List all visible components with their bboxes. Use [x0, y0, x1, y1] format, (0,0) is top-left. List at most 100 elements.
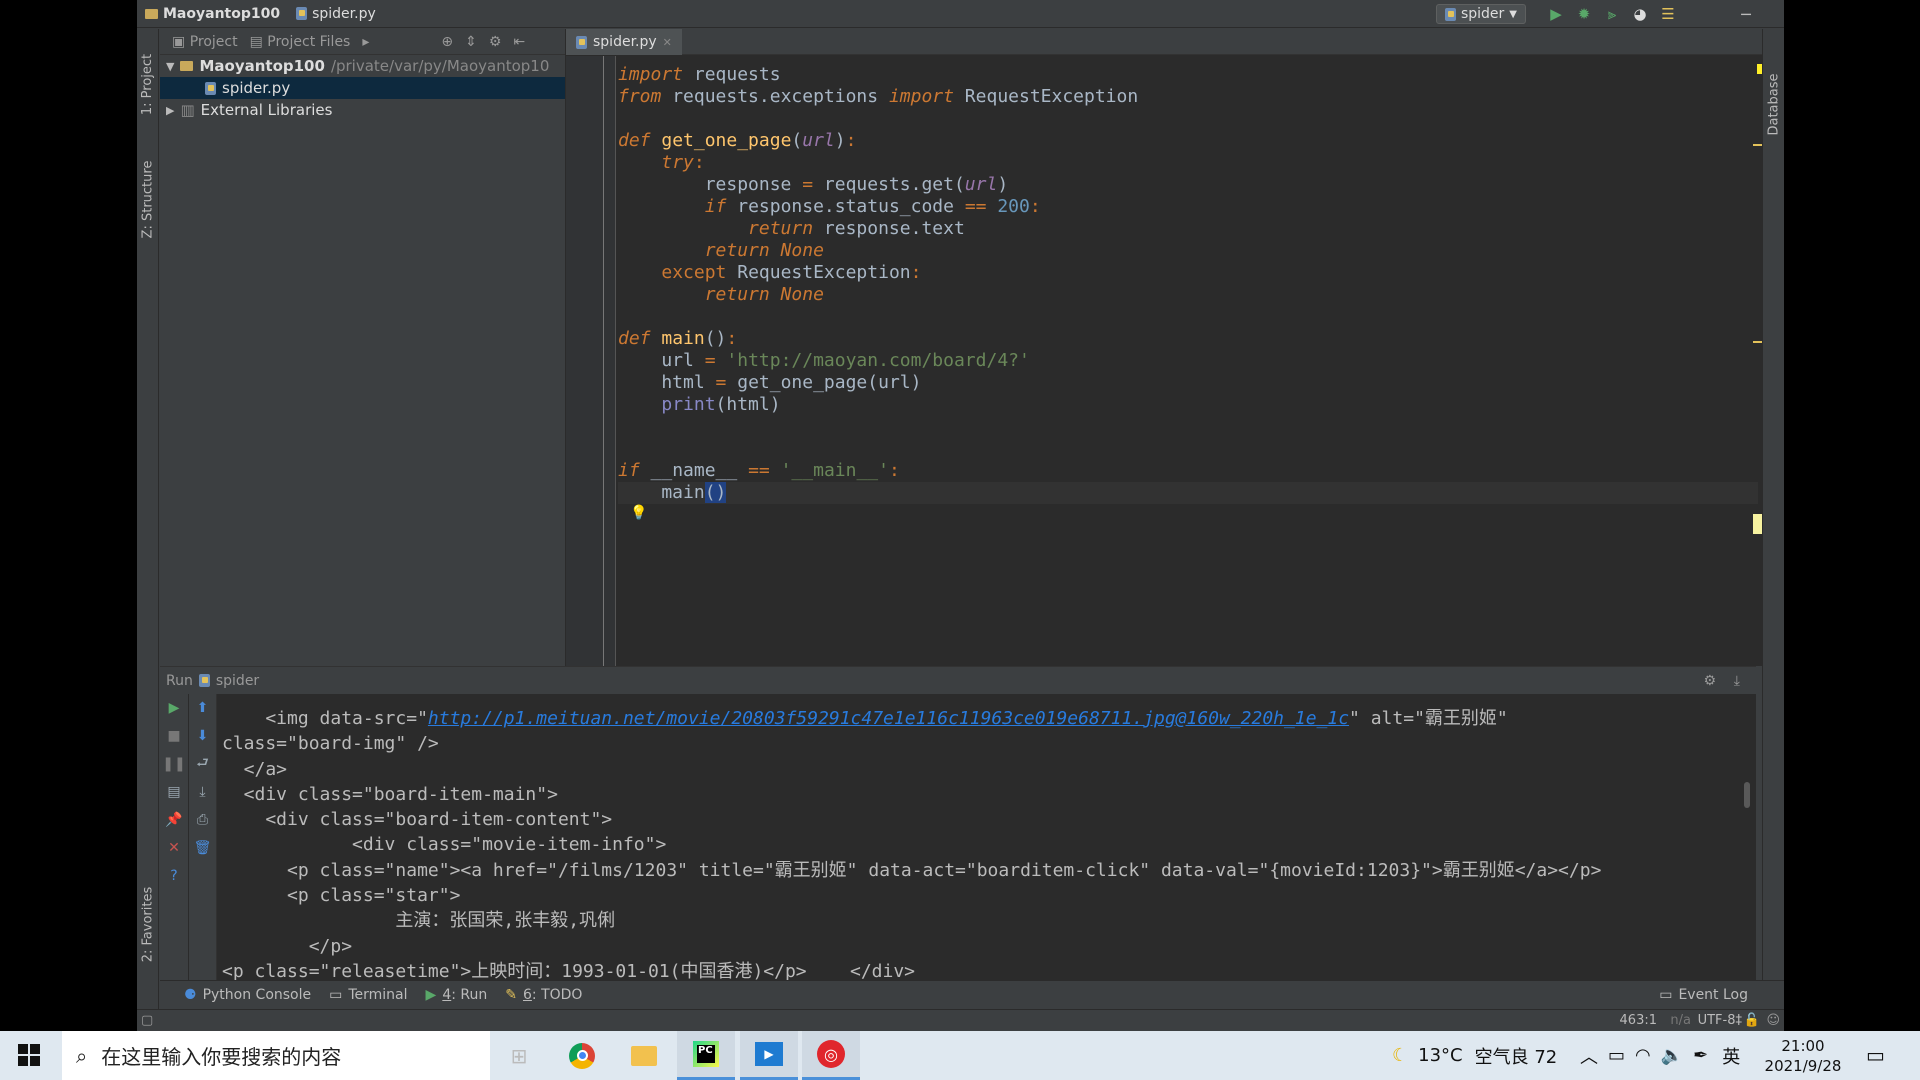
project-tree: ▼ Maoyantop100 /private/var/py/Maoyantop… [160, 55, 565, 121]
line-separator[interactable]: n/a [1670, 1013, 1691, 1028]
run-config-label: spider [1460, 6, 1505, 22]
tab-project[interactable]: 1: Project [137, 39, 159, 129]
run-console-output[interactable]: <img data-src="http://p1.meituan.net/mov… [222, 694, 1732, 981]
system-tray: ︿ ▭ ◠ 🔈 ✒ 英 [1580, 1031, 1740, 1080]
scroll-from-source-icon[interactable]: ⊕ [441, 34, 453, 50]
run-configuration-select[interactable]: spider ▼ [1435, 4, 1526, 24]
tab-favorites[interactable]: 2: Favorites [137, 869, 159, 979]
run-icon[interactable]: ▶ [1546, 4, 1566, 24]
code-line: from requests.exceptions import RequestE… [618, 86, 1139, 107]
tab-run[interactable]: ▶ 4: Run [426, 987, 488, 1003]
volume-icon[interactable]: 🔈 [1661, 1045, 1683, 1066]
code-editor[interactable]: spider.py ✕ import requests from request… [566, 29, 1779, 666]
weather-air-quality: 空气良 72 [1474, 1046, 1558, 1068]
code-line: import requests [618, 64, 781, 85]
inspector-icon[interactable]: ☺ [1766, 1013, 1780, 1028]
weather-widget[interactable]: ☾ 13°C 空气良 72 [1392, 1031, 1557, 1080]
editor-gutter[interactable] [566, 56, 616, 666]
console-scrollbar[interactable] [1744, 782, 1750, 808]
stop-icon[interactable]: ☰ [1658, 4, 1678, 24]
chevron-down-icon: ▼ [1509, 8, 1517, 20]
stop-icon[interactable]: ■ [160, 722, 188, 750]
chrome-icon[interactable] [553, 1031, 611, 1080]
profile-icon[interactable]: ◕ [1630, 4, 1650, 24]
lightbulb-icon[interactable]: 💡 [630, 505, 647, 521]
tab-structure[interactable]: Z: Structure [137, 149, 159, 249]
project-panel: ▣ Project ▤ Project Files ▸ ⊕ ⇕ ⚙ ⇤ ▼ Ma… [160, 29, 566, 666]
pause-icon[interactable]: ❚❚ [160, 750, 188, 778]
tool-windows-icon[interactable]: ▢ [141, 1013, 153, 1028]
hide-panel-icon[interactable]: ⤓ [1734, 673, 1740, 689]
close-icon[interactable]: ✕ [663, 36, 672, 49]
video-player-icon[interactable]: ▶ [740, 1031, 798, 1080]
clock[interactable]: 21:00 2021/9/28 [1760, 1035, 1846, 1077]
tab-project-view[interactable]: ▣ Project [172, 34, 238, 50]
breadcrumb-project[interactable]: Maoyantop100 [137, 6, 288, 22]
scroll-to-end-icon[interactable]: ⤓ [189, 778, 216, 806]
pycharm-icon[interactable]: PC [677, 1031, 735, 1080]
tab-terminal[interactable]: ▭ Terminal [329, 987, 407, 1003]
project-files-icon: ▤ [249, 33, 263, 50]
battery-icon[interactable]: ▭ [1608, 1045, 1625, 1066]
gear-icon[interactable]: ⚙ [489, 34, 502, 50]
rerun-icon[interactable]: ▶ [160, 694, 188, 722]
console-line: <div class="movie-item-info"> [222, 834, 667, 856]
search-icon: ⌕ [76, 1043, 88, 1068]
taskbar-search[interactable]: ⌕ 在这里输入你要搜索的内容 [62, 1031, 490, 1080]
tab-favorites-label: 2: Favorites [140, 886, 156, 962]
chevron-up-icon[interactable]: ︿ [1580, 1043, 1598, 1069]
run-panel: Run spider ⚙ ⤓ ▶ ■ ❚❚ ▤ 📌 ✕ ? ⬆ ⬇ ⮐ ⤓ ⎙ … [160, 666, 1756, 981]
lock-icon[interactable]: 🔓 [1744, 1013, 1760, 1028]
code-line: print(html) [661, 394, 781, 415]
console-line: <p class="name"><a href="/films/1203" ti… [222, 859, 1602, 881]
minimize-icon[interactable]: ─ [1736, 4, 1756, 24]
tab-spider-py-label: spider.py [593, 34, 657, 50]
breadcrumb-file[interactable]: spider.py [288, 6, 384, 22]
arrow-up-icon[interactable]: ⬆ [189, 694, 216, 722]
network-icon[interactable]: ◠ [1635, 1045, 1651, 1066]
debug-icon[interactable]: ✹ [1574, 4, 1594, 24]
print-icon[interactable]: ⎙ [189, 806, 216, 834]
file-encoding[interactable]: UTF-8‡ [1698, 1013, 1742, 1028]
console-link[interactable]: http://p1.meituan.net/movie/20803f59291c… [428, 708, 1349, 729]
help-icon[interactable]: ? [160, 862, 188, 890]
coverage-icon[interactable]: ⫸ [1602, 4, 1622, 24]
python-icon: ⚈ [184, 987, 197, 1003]
tab-project-files[interactable]: ▤ Project Files [250, 34, 351, 50]
tab-python-console[interactable]: ⚈ Python Console [184, 987, 311, 1003]
arrow-down-icon[interactable]: ⬇ [189, 722, 216, 750]
trash-icon[interactable]: 🗑 [189, 834, 216, 862]
pin-icon[interactable]: 📌 [160, 806, 188, 834]
notification-center-icon[interactable]: ▭ [1866, 1043, 1885, 1067]
run-panel-title: Run [166, 672, 193, 689]
code-area[interactable]: import requests from requests.exceptions… [618, 64, 1758, 664]
tree-item-root[interactable]: ▼ Maoyantop100 /private/var/py/Maoyantop… [160, 55, 565, 77]
hide-icon[interactable]: ⇤ [513, 34, 525, 50]
gear-icon[interactable]: ⚙ [1703, 673, 1716, 689]
chevron-right-icon[interactable]: ▸ [362, 34, 369, 50]
task-view-icon[interactable]: ⊞ [490, 1031, 548, 1080]
file-explorer-icon[interactable] [615, 1031, 673, 1080]
tab-database[interactable]: Database [1763, 59, 1785, 149]
tree-item-external-libraries[interactable]: ▶ ▥ External Libraries [160, 99, 565, 121]
console-line: 主演：张国荣,张丰毅,巩俐 [222, 910, 616, 932]
pen-icon[interactable]: ✒ [1693, 1045, 1708, 1066]
netease-music-icon[interactable]: ◎ [802, 1031, 860, 1080]
clock-time: 21:00 [1781, 1037, 1825, 1055]
caret-position[interactable]: 463:1 [1620, 1013, 1657, 1028]
layout-icon[interactable]: ▤ [160, 778, 188, 806]
tab-todo-label: 6: TODO [523, 987, 582, 1003]
ime-indicator[interactable]: 英 [1722, 1043, 1740, 1069]
tree-item-spider-py[interactable]: spider.py [160, 77, 565, 99]
code-line: return None [704, 284, 824, 305]
windows-start-icon[interactable] [18, 1044, 40, 1066]
collapse-icon[interactable]: ⇕ [465, 34, 477, 50]
close-icon[interactable]: ✕ [160, 834, 188, 862]
tab-spider-py[interactable]: spider.py ✕ [566, 29, 682, 55]
tab-todo[interactable]: ✎ 6: TODO [505, 987, 582, 1003]
soft-wrap-icon[interactable]: ⮐ [189, 750, 216, 778]
tree-root-label: Maoyantop100 [199, 57, 325, 75]
tab-event-log[interactable]: ▭ Event Log [1659, 987, 1748, 1003]
